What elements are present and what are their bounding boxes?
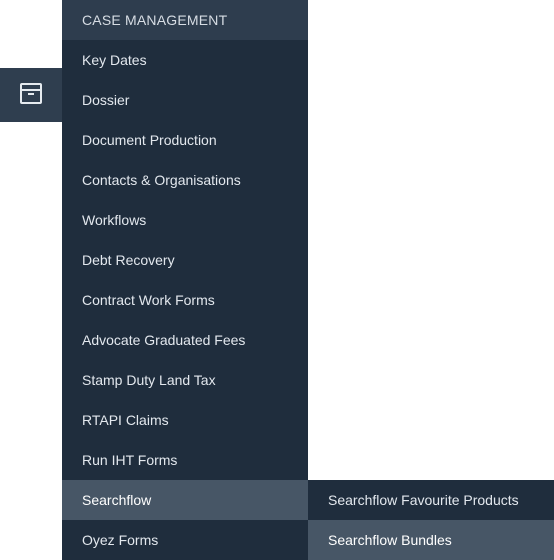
menu-item-dossier[interactable]: Dossier — [62, 80, 308, 120]
searchflow-submenu: Searchflow Favourite Products Searchflow… — [308, 480, 554, 560]
case-management-menu: CASE MANAGEMENT Key Dates Dossier Docume… — [62, 0, 308, 560]
menu-item-oyez-forms[interactable]: Oyez Forms — [62, 520, 308, 560]
menu-item-advocate-graduated-fees[interactable]: Advocate Graduated Fees — [62, 320, 308, 360]
menu-item-contacts-organisations[interactable]: Contacts & Organisations — [62, 160, 308, 200]
menu-item-workflows[interactable]: Workflows — [62, 200, 308, 240]
menu-item-rtapi-claims[interactable]: RTAPI Claims — [62, 400, 308, 440]
menu-item-contract-work-forms[interactable]: Contract Work Forms — [62, 280, 308, 320]
menu-item-searchflow[interactable]: Searchflow — [62, 480, 308, 520]
menu-item-document-production[interactable]: Document Production — [62, 120, 308, 160]
menu-item-key-dates[interactable]: Key Dates — [62, 40, 308, 80]
submenu-item-searchflow-favourite-products[interactable]: Searchflow Favourite Products — [308, 480, 554, 520]
menu-item-debt-recovery[interactable]: Debt Recovery — [62, 240, 308, 280]
calendar-icon — [19, 81, 43, 110]
case-management-rail-button[interactable] — [0, 68, 62, 122]
menu-item-run-iht-forms[interactable]: Run IHT Forms — [62, 440, 308, 480]
submenu-item-searchflow-bundles[interactable]: Searchflow Bundles — [308, 520, 554, 560]
menu-header: CASE MANAGEMENT — [62, 0, 308, 40]
menu-item-stamp-duty-land-tax[interactable]: Stamp Duty Land Tax — [62, 360, 308, 400]
